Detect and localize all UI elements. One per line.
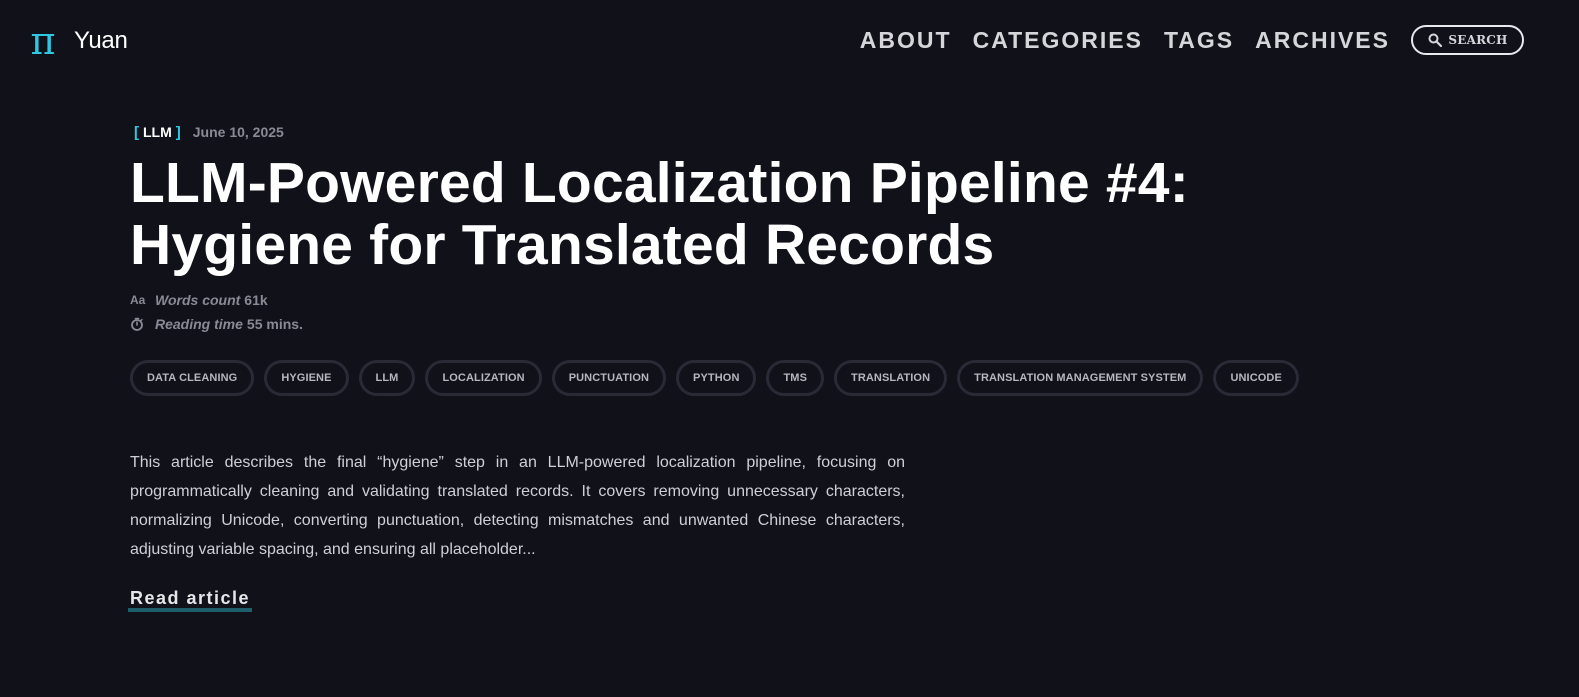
stopwatch-icon [130,317,148,331]
tag-data-cleaning[interactable]: DATA CLEANING [130,360,255,396]
site-header: π Yuan ABOUT CATEGORIES TAGS ARCHIVES SE… [0,0,1579,82]
nav-tags[interactable]: TAGS [1164,25,1234,55]
bracket-right-icon: ] [175,123,181,141]
nav-archives[interactable]: ARCHIVES [1255,25,1390,55]
post-title[interactable]: LLM-Powered Localization Pipeline #4: Hy… [130,152,1230,276]
site-name: Yuan [74,27,128,54]
search-button[interactable]: SEARCH [1411,25,1524,55]
category-label: LLM [143,124,172,140]
tag-python[interactable]: PYTHON [676,360,757,396]
reading-time: Reading time 55 mins. [130,312,1230,336]
tag-llm[interactable]: LLM [358,360,416,396]
tag-translation[interactable]: TRANSLATION [834,360,948,396]
main-nav: ABOUT CATEGORIES TAGS ARCHIVES SEARCH [839,25,1524,55]
nav-categories[interactable]: CATEGORIES [973,25,1143,55]
tag-list: DATA CLEANING HYGIENE LLM LOCALIZATION P… [130,360,1299,396]
post-date: June 10, 2025 [192,124,284,140]
search-label: SEARCH [1448,33,1508,47]
tag-unicode[interactable]: UNICODE [1213,360,1299,396]
post-meta: [ LLM ] June 10, 2025 [130,118,1230,146]
post-stats: Aa Words count 61k Reading time 55 mins. [130,288,1230,336]
tag-tms[interactable]: TMS [766,360,825,396]
nav-about[interactable]: ABOUT [860,25,952,55]
read-article-link[interactable]: Read article [128,588,253,612]
post-excerpt: This article describes the final “hygien… [130,454,905,558]
tag-hygiene[interactable]: HYGIENE [264,360,349,396]
font-size-icon: Aa [130,293,146,307]
site-logo[interactable]: π Yuan [25,22,128,60]
tag-punctuation[interactable]: PUNCTUATION [551,360,667,396]
post-category[interactable]: [ LLM ] [130,124,185,141]
post-card: [ LLM ] June 10, 2025 LLM-Powered Locali… [128,118,1299,612]
reading-time-label: Reading time [155,316,243,332]
search-icon [1427,32,1443,48]
reading-time-value: 55 mins. [246,316,303,332]
words-count-value: 61k [244,292,268,308]
words-count: Aa Words count 61k [130,288,1230,312]
bracket-left-icon: [ [134,123,139,141]
tag-translation-management-system[interactable]: TRANSLATION MANAGEMENT SYSTEM [957,360,1204,396]
pi-logo-icon: π [30,19,56,63]
tag-localization[interactable]: LOCALIZATION [425,360,542,396]
words-count-label: Words count [155,292,241,308]
